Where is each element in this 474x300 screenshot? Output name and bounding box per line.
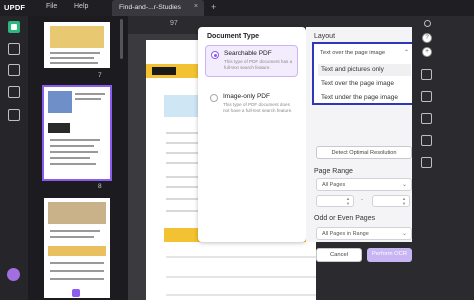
thumbnail-text-line (50, 278, 104, 280)
image-only-pdf-option[interactable]: Image-only PDF This type of PDF document… (205, 89, 298, 123)
searchable-pdf-option[interactable]: Searchable PDF This type of PDF document… (205, 45, 298, 77)
layout-selected-value: Text over the page image (320, 50, 386, 56)
document-text-line (166, 198, 202, 200)
range-separator: - (361, 197, 363, 203)
thumbnail-page-label: 8 (98, 183, 102, 190)
tab-close-icon[interactable]: × (194, 3, 198, 10)
thumbnail-text-line (75, 98, 101, 100)
document-text-line (166, 142, 202, 144)
document-logo (152, 67, 176, 75)
document-tab[interactable]: Find-and-...r-Studies × (112, 0, 204, 16)
radio-selected-icon[interactable] (211, 51, 219, 59)
protect-icon[interactable] (421, 113, 432, 124)
thumbnail-image (48, 91, 72, 113)
organize-pages-icon[interactable] (8, 86, 20, 98)
document-type-title: Document Type (207, 33, 259, 40)
page-range-select[interactable]: All Pages ⌄ (316, 178, 412, 191)
end-page-input[interactable]: ▲ ▼ (372, 195, 410, 207)
document-text-line (166, 162, 202, 164)
add-icon[interactable]: + (422, 47, 432, 57)
document-text-line (166, 176, 202, 178)
thumbnail-panel: 7 8 (28, 16, 128, 300)
option-description: This type of PDF document has a full-tex… (224, 59, 293, 71)
comment-icon[interactable] (8, 43, 20, 55)
option-label: Searchable PDF (224, 50, 272, 57)
layout-option[interactable]: Text under the page image (318, 92, 411, 104)
document-type-panel: Document Type Searchable PDF This type o… (198, 27, 306, 242)
page-badge-icon (72, 289, 80, 297)
thumbnail-text-line (50, 163, 96, 165)
document-table-row (166, 294, 316, 296)
thumbnail-text-line (50, 151, 98, 153)
share-icon[interactable] (421, 135, 432, 146)
thumbnail-text-line (50, 236, 94, 238)
page-range-title: Page Range (314, 168, 353, 175)
chevron-down-icon: ⌄ (401, 182, 407, 188)
save-icon[interactable] (421, 157, 432, 168)
chevron-down-icon: ⌄ (401, 231, 407, 237)
thumbnail-text-line (50, 139, 100, 141)
option-description: This type of PDF document does not have … (223, 102, 293, 114)
thumbnail-text-line (50, 62, 98, 64)
help-icon[interactable]: ? (422, 33, 432, 43)
thumbnail-text-line (50, 230, 100, 232)
thumbnail-text-line (50, 262, 104, 264)
stepper-icon[interactable]: ▲ ▼ (402, 196, 406, 206)
thumbnail-image (48, 123, 70, 133)
thumbnail-image (50, 26, 104, 48)
chevron-up-icon: ⌃ (403, 50, 409, 56)
page-number-field[interactable]: 97 (170, 20, 178, 27)
thumbnail-page-label: 7 (98, 72, 102, 79)
document-table-row (166, 256, 316, 258)
odd-even-title: Odd or Even Pages (314, 215, 376, 222)
reader-mode-icon[interactable] (8, 21, 20, 33)
thumbnail-page-8[interactable] (42, 85, 112, 181)
cancel-button[interactable]: Cancel (316, 248, 362, 262)
thumbnail-text-line (75, 93, 105, 95)
layout-dropdown[interactable]: Text over the page image ⌃ Text and pict… (312, 42, 415, 105)
avatar[interactable] (7, 268, 20, 281)
thumbnail-image (48, 202, 106, 224)
document-text-line (166, 186, 202, 188)
tab-title: Find-and-...r-Studies (119, 4, 181, 11)
app-logo: UPDF (4, 3, 26, 12)
ocr-icon[interactable] (421, 69, 432, 80)
thumbnail-page-7[interactable] (44, 22, 110, 68)
odd-even-select[interactable]: All Pages in Range ⌄ (316, 227, 412, 240)
layout-title: Layout (314, 33, 336, 40)
option-label: Image-only PDF (223, 93, 270, 100)
thumbnail-page-9[interactable] (44, 198, 110, 298)
page-range-value: All Pages (322, 182, 346, 188)
title-bar: UPDF File Help Find-and-...r-Studies × + (0, 0, 474, 16)
menu-file[interactable]: File (46, 3, 57, 10)
edit-icon[interactable] (8, 64, 20, 76)
layout-select[interactable]: Text over the page image ⌃ (318, 48, 409, 59)
document-text-line (166, 132, 202, 134)
document-text-line (166, 152, 202, 154)
start-page-input[interactable]: ▲ ▼ (316, 195, 354, 207)
search-icon[interactable] (424, 20, 431, 27)
stepper-icon[interactable]: ▲ ▼ (346, 196, 350, 206)
document-text-line (166, 210, 202, 212)
odd-even-value: All Pages in Range (322, 231, 369, 237)
thumbnail-text-line (50, 270, 104, 272)
thumbnail-text-line (50, 145, 94, 147)
document-table-row (166, 276, 316, 278)
perform-ocr-button[interactable]: Perform OCR (367, 248, 412, 262)
detect-optimal-resolution-button[interactable]: Detect Optimal Resolution (316, 146, 412, 159)
left-toolbar (0, 16, 28, 300)
menu-help[interactable]: Help (74, 3, 88, 10)
pdf-tools-icon[interactable] (8, 109, 20, 121)
thumbnail-text-line (50, 52, 100, 54)
layout-option[interactable]: Text over the page image (318, 78, 411, 90)
layout-option[interactable]: Text and pictures only (318, 64, 411, 76)
radio-unselected-icon[interactable] (210, 94, 218, 102)
thumbnail-scrollbar[interactable] (120, 19, 123, 59)
thumbnail-table-header (48, 246, 106, 256)
thumbnail-text-line (50, 57, 94, 59)
new-tab-icon[interactable]: + (211, 2, 216, 12)
convert-icon[interactable] (421, 91, 432, 102)
thumbnail-text-line (50, 157, 90, 159)
